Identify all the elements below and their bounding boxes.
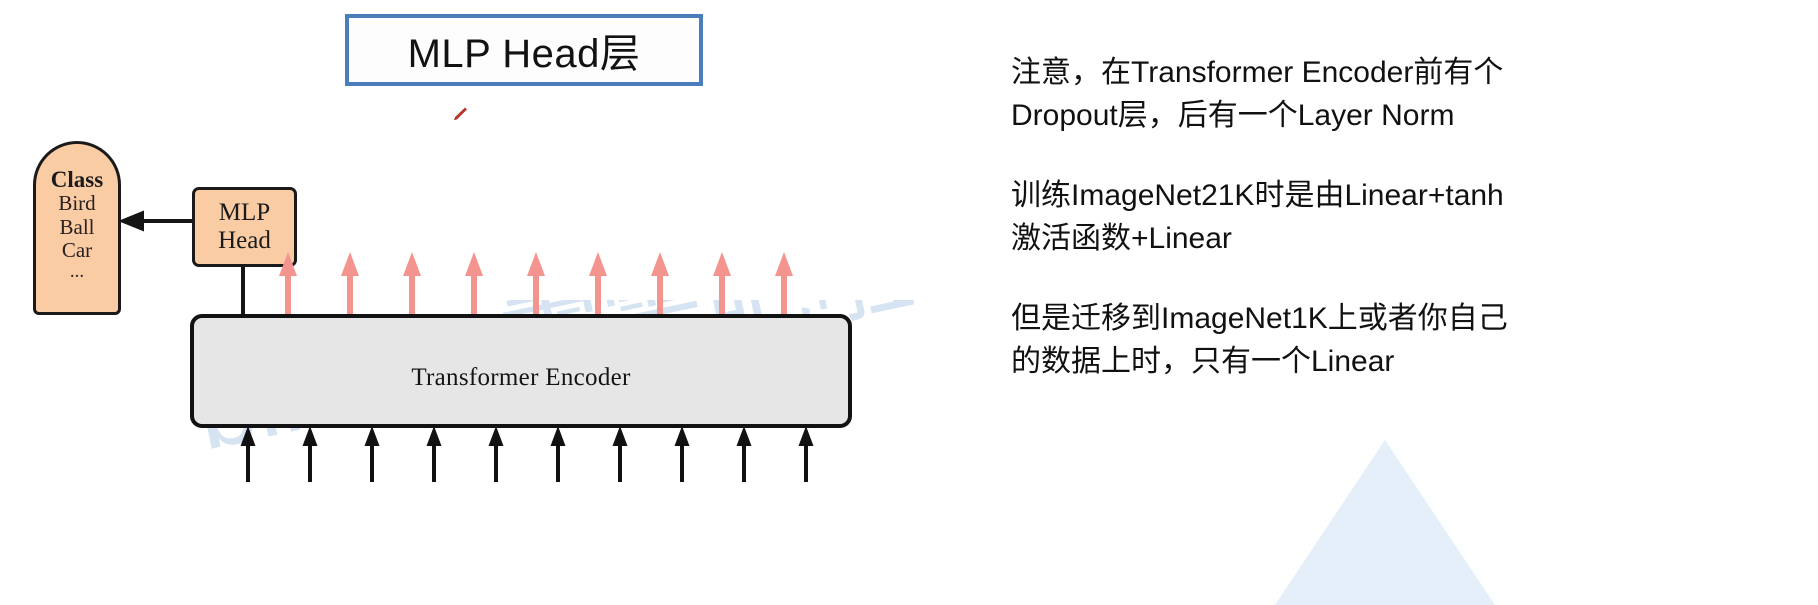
class-item-bird: Bird [58, 191, 96, 216]
encoder-input-arrow-head [240, 426, 256, 446]
note-paragraph-3: 但是迁移到ImageNet1K上或者你自己的数据上时，只有一个Linear [1011, 302, 1508, 378]
page-title: MLP Head层 [407, 32, 641, 76]
encoder-output-arrow-head [279, 252, 297, 276]
encoder-output-arrow-head [775, 252, 793, 276]
encoder-output-arrow-head [527, 252, 545, 276]
encoder-input-arrow-head [736, 426, 752, 446]
encoder-output-arrow-head [651, 252, 669, 276]
class-item-ellipsis: ... [69, 260, 85, 282]
transformer-encoder-label: Transformer Encoder [411, 364, 631, 391]
notes-panel: 注意，在Transformer Encoder前有个Dropout层，后有一个L… [1011, 52, 1531, 384]
encoder-input-arrow-head [302, 426, 318, 446]
note-paragraph-2: 训练ImageNet21K时是由Linear+tanh激活函数+Linear [1011, 179, 1504, 255]
encoder-output-arrow-head [403, 252, 421, 276]
watermark-logo-icon [1275, 440, 1495, 605]
encoder-input-arrows [240, 426, 814, 482]
slide-canvas: bilibili: 霹雳吧啦Wz MLP Head层 Class Bird Ba… [0, 0, 1818, 605]
encoder-input-arrow-head [550, 426, 566, 446]
transformer-encoder-box: Transformer Encoder [190, 314, 852, 428]
encoder-input-arrow-head [426, 426, 442, 446]
encoder-output-arrow-head [713, 252, 731, 276]
encoder-input-arrow-head [612, 426, 628, 446]
encoder-input-arrow-head [364, 426, 380, 446]
encoder-output-arrows [279, 252, 793, 318]
encoder-output-arrow-head [341, 252, 359, 276]
encoder-input-arrow-head [798, 426, 814, 446]
note-paragraph-1: 注意，在Transformer Encoder前有个Dropout层，后有一个L… [1011, 56, 1504, 132]
encoder-input-arrow-head [488, 426, 504, 446]
arrow-left-to-class-icon [118, 210, 198, 232]
mlp-head-title-box: MLP Head层 [345, 14, 703, 86]
class-item-car: Car [61, 238, 93, 263]
encoder-input-arrow-head [674, 426, 690, 446]
class-box-heading: Class [50, 167, 104, 192]
pen-cursor-icon [454, 107, 467, 121]
encoder-output-arrow-head [465, 252, 483, 276]
class-output-box: Class Bird Ball Car ... [33, 141, 121, 315]
class-item-ball: Ball [59, 214, 95, 239]
mlp-head-line-1: MLP [218, 199, 271, 226]
encoder-output-arrow-head [589, 252, 607, 276]
